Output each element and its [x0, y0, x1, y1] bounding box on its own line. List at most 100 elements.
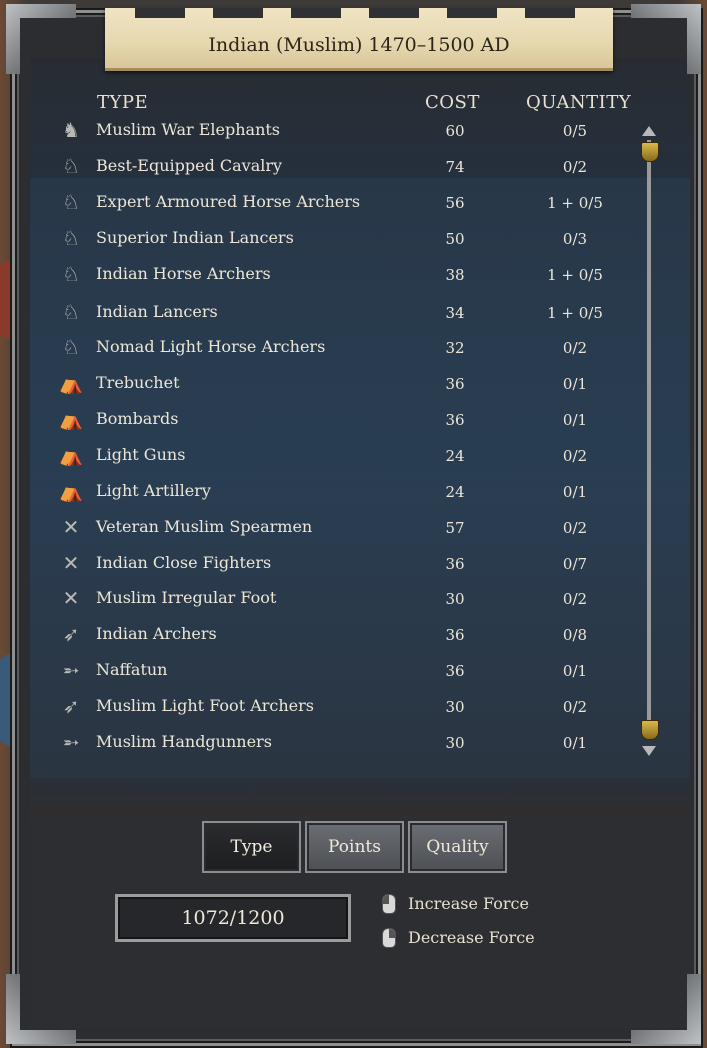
unit-row[interactable]: ✕ Indian Close Fighters 36 0/7	[55, 550, 645, 580]
unit-cost: 36	[445, 626, 465, 644]
missile-icon: ➵	[62, 658, 80, 682]
elephant-icon: ♞	[62, 118, 80, 142]
unit-name: Indian Horse Archers	[96, 264, 271, 283]
column-header-quantity: QUANTITY	[526, 92, 632, 113]
unit-row[interactable]: ✕ Muslim Irregular Foot 30 0/2	[55, 585, 645, 615]
unit-quantity: 0/7	[562, 555, 588, 573]
unit-cost: 36	[445, 375, 465, 393]
unit-quantity: 1 + 0/5	[547, 304, 603, 322]
unit-name: Muslim Handgunners	[96, 732, 272, 751]
unit-quantity: 1 + 0/5	[547, 194, 603, 212]
light-cavalry-icon: ♘	[62, 335, 80, 359]
unit-quantity: 0/3	[562, 230, 588, 248]
scroll-down-arrow-icon[interactable]	[642, 746, 656, 756]
artillery-icon: ⛺	[58, 407, 84, 431]
unit-row[interactable]: ➵ Muslim Handgunners 30 0/1	[55, 729, 645, 759]
unit-quantity: 0/5	[562, 122, 588, 140]
unit-cost: 32	[445, 339, 465, 357]
unit-row[interactable]: ♘ Indian Horse Archers 38 1 + 0/5	[55, 261, 645, 291]
unit-cost: 50	[445, 230, 465, 248]
unit-name: Superior Indian Lancers	[96, 228, 294, 247]
unit-quantity: 0/1	[562, 483, 588, 501]
unit-quantity: 0/1	[562, 734, 588, 752]
column-header-cost: COST	[425, 92, 480, 113]
unit-name: Indian Archers	[96, 624, 217, 643]
sort-by-quality-button[interactable]: Quality	[408, 821, 507, 873]
mouse-left-click-icon	[382, 894, 396, 914]
title-banner: Indian (Muslim) 1470–1500 AD	[105, 8, 613, 71]
unit-quantity: 0/2	[562, 519, 588, 537]
bow-icon: ➶	[62, 694, 80, 718]
scroll-up-arrow-icon[interactable]	[642, 126, 656, 136]
unit-cost: 30	[445, 590, 465, 608]
unit-cost: 36	[445, 662, 465, 680]
unit-row[interactable]: ⛺ Bombards 36 0/1	[55, 406, 645, 436]
unit-name: Best-Equipped Cavalry	[96, 156, 283, 175]
scroll-track[interactable]	[647, 140, 651, 740]
cavalry-icon: ♘	[62, 190, 80, 214]
unit-row[interactable]: ⛺ Light Guns 24 0/2	[55, 442, 645, 472]
crossed-spears-icon: ✕	[62, 515, 80, 539]
crossed-spears-icon: ✕	[62, 551, 80, 575]
unit-row[interactable]: ➶ Indian Archers 36 0/8	[55, 621, 645, 651]
mouse-right-click-icon	[382, 928, 396, 948]
cavalry-icon: ♘	[62, 226, 80, 250]
unit-row[interactable]: ♘ Best-Equipped Cavalry 74 0/2	[55, 153, 645, 183]
unit-cost: 38	[445, 266, 465, 284]
crossed-spears-icon: ✕	[62, 586, 80, 610]
column-header-type: TYPE	[97, 92, 149, 113]
unit-row[interactable]: ♞ Muslim War Elephants 60 0/5	[55, 117, 645, 147]
unit-row[interactable]: ♘ Superior Indian Lancers 50 0/3	[55, 225, 645, 255]
unit-quantity: 0/1	[562, 375, 588, 393]
unit-quantity: 0/2	[562, 339, 588, 357]
unit-name: Expert Armoured Horse Archers	[96, 192, 361, 211]
unit-name: Naffatun	[96, 660, 168, 679]
unit-cost: 24	[445, 447, 465, 465]
unit-row[interactable]: ♘ Expert Armoured Horse Archers 56 1 + 0/5	[55, 189, 645, 219]
unit-cost: 60	[445, 122, 465, 140]
unit-name: Nomad Light Horse Archers	[96, 337, 326, 356]
artillery-icon: ⛺	[58, 371, 84, 395]
scroll-thumb[interactable]	[641, 142, 659, 162]
unit-cost: 56	[445, 194, 465, 212]
unit-cost: 57	[445, 519, 465, 537]
artillery-icon: ⛺	[58, 479, 84, 503]
unit-quantity: 0/2	[562, 447, 588, 465]
unit-name: Veteran Muslim Spearmen	[96, 517, 313, 536]
unit-quantity: 0/2	[562, 698, 588, 716]
unit-row[interactable]: ✕ Veteran Muslim Spearmen 57 0/2	[55, 514, 645, 544]
unit-cost: 34	[445, 304, 465, 322]
unit-row[interactable]: ➶ Muslim Light Foot Archers 30 0/2	[55, 693, 645, 723]
unit-name: Light Artillery	[96, 481, 211, 500]
unit-cost: 36	[445, 555, 465, 573]
points-total: 1072/1200	[115, 894, 351, 942]
unit-cost: 30	[445, 734, 465, 752]
unit-name: Muslim War Elephants	[96, 120, 281, 139]
unit-cost: 74	[445, 158, 465, 176]
artillery-icon: ⛺	[58, 443, 84, 467]
cavalry-icon: ♘	[62, 154, 80, 178]
unit-row[interactable]: ⛺ Light Artillery 24 0/1	[55, 478, 645, 508]
sort-by-type-button[interactable]: Type	[202, 821, 301, 873]
unit-name: Bombards	[96, 409, 179, 428]
unit-name: Trebuchet	[96, 373, 180, 392]
unit-quantity: 0/2	[562, 590, 588, 608]
unit-quantity: 0/2	[562, 158, 588, 176]
cavalry-icon: ♘	[62, 300, 80, 324]
scroll-thumb-bottom[interactable]	[641, 720, 659, 740]
unit-quantity: 0/1	[562, 411, 588, 429]
unit-row[interactable]: ♘ Indian Lancers 34 1 + 0/5	[55, 299, 645, 329]
unit-name: Light Guns	[96, 445, 186, 464]
unit-quantity: 1 + 0/5	[547, 266, 603, 284]
sort-by-points-button[interactable]: Points	[305, 821, 404, 873]
unit-row[interactable]: ➵ Naffatun 36 0/1	[55, 657, 645, 687]
cavalry-icon: ♘	[62, 262, 80, 286]
bow-icon: ➶	[62, 622, 80, 646]
gun-icon: ➵	[62, 730, 80, 754]
unit-name: Indian Lancers	[96, 302, 218, 321]
unit-name: Indian Close Fighters	[96, 553, 272, 572]
unit-list-scrollbar[interactable]	[641, 126, 659, 756]
unit-row[interactable]: ♘ Nomad Light Horse Archers 32 0/2	[55, 334, 645, 364]
unit-cost: 36	[445, 411, 465, 429]
unit-row[interactable]: ⛺ Trebuchet 36 0/1	[55, 370, 645, 400]
